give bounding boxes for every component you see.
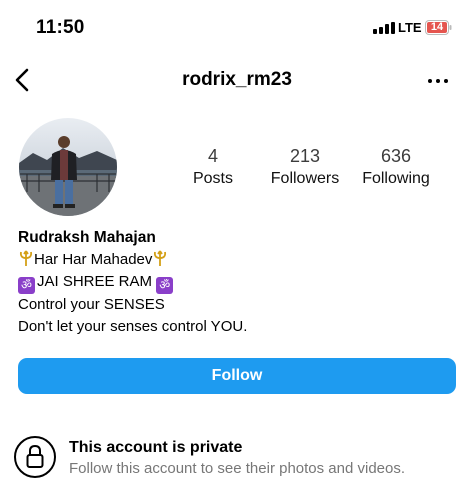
bio-line-1-text: Har Har Mahadev: [34, 251, 153, 268]
trident-icon: [154, 250, 167, 266]
following-label: Following: [362, 170, 430, 187]
network-label: LTE: [398, 20, 422, 35]
posts-label: Posts: [192, 170, 233, 187]
bio-line-3: Control your SENSES: [18, 296, 165, 313]
followers-count: 213: [289, 146, 321, 166]
more-options-button[interactable]: [428, 79, 448, 83]
om-icon: ॐ: [156, 277, 174, 294]
followers-stat[interactable]: 213 Followers: [255, 146, 355, 189]
follow-button[interactable]: Follow: [18, 358, 456, 394]
followers-label: Followers: [270, 170, 340, 187]
profile-bio: Rudraksh Mahajan Har Har Mahadev ॐ JAI SH…: [18, 227, 247, 338]
signal-icon: [373, 22, 395, 34]
following-stat[interactable]: 636 Following: [346, 146, 446, 189]
posts-stat[interactable]: 4 Posts: [163, 146, 263, 189]
bio-line-2: ॐ JAI SHREE RAM ॐ: [18, 271, 247, 294]
bio-line-4: Don't let your senses control YOU.: [18, 318, 248, 335]
avatar[interactable]: [19, 118, 117, 216]
bio-line-1: Har Har Mahadev: [18, 249, 247, 271]
trident-icon: [19, 250, 33, 266]
posts-count: 4: [207, 146, 218, 166]
more-horizontal-icon: [428, 79, 432, 83]
om-icon: ॐ: [18, 277, 35, 294]
lock-icon: [14, 436, 56, 478]
battery-icon: 14: [425, 20, 452, 35]
following-count: 636: [380, 146, 412, 166]
bio-line-2-text: JAI SHREE RAM: [37, 273, 153, 290]
profile-username: rodrix_rm23: [182, 69, 292, 90]
profile-name: Rudraksh Mahajan: [18, 229, 156, 246]
status-time: 11:50: [36, 17, 85, 38]
private-title: This account is private: [69, 439, 243, 456]
private-subtitle: Follow this account to see their photos …: [69, 460, 406, 477]
battery-level: 14: [430, 21, 444, 33]
